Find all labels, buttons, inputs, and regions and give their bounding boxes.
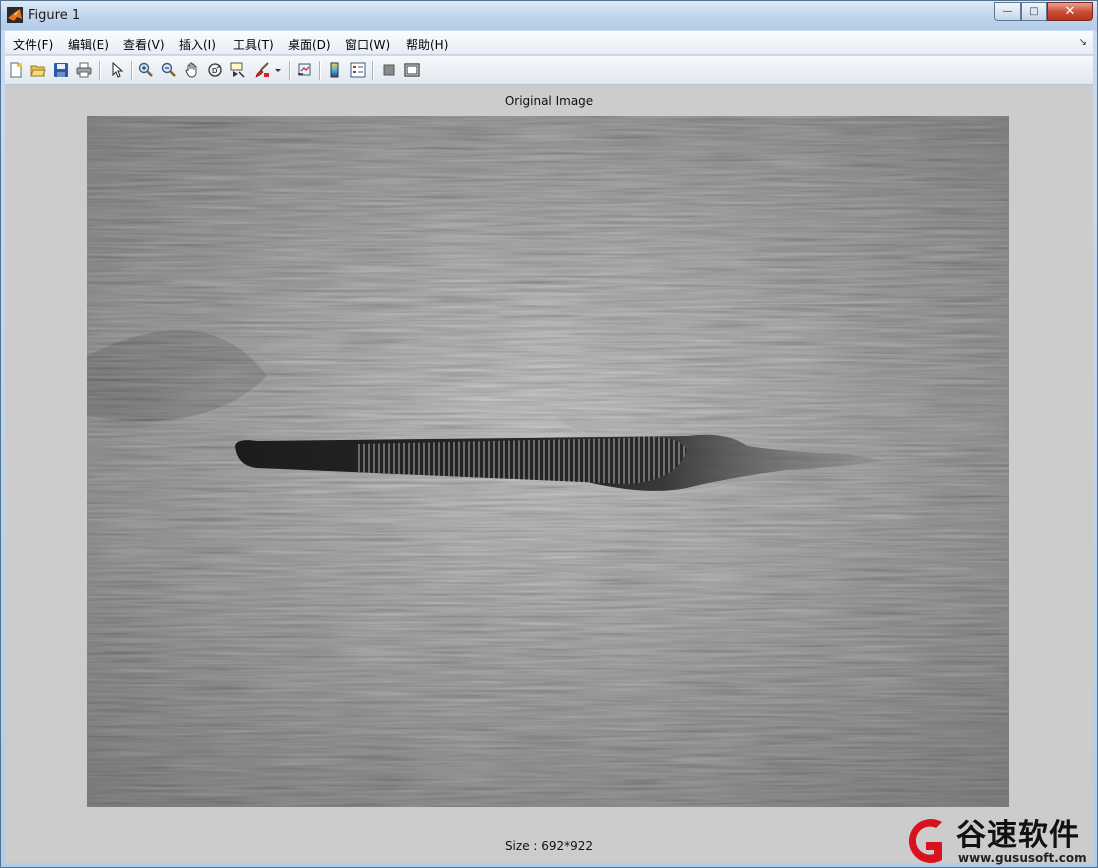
figure-canvas[interactable]: Original Image Size: 692*922 (5, 85, 1093, 863)
pan-hand-icon[interactable] (183, 61, 201, 79)
toolbar-separator (99, 61, 101, 80)
legend-icon[interactable] (349, 61, 367, 79)
maximize-button[interactable]: □ (1021, 2, 1047, 21)
watermark-brand: 谷速软件 (956, 818, 1080, 853)
menu-tools[interactable]: 工具(T) (233, 36, 274, 53)
dock-arrow-icon[interactable]: ↘ (1079, 37, 1087, 48)
matlab-logo-icon (7, 7, 23, 23)
gususoft-logo-icon (908, 819, 942, 863)
show-plot-tools-icon[interactable] (403, 61, 421, 79)
toolbar-separator (319, 61, 321, 80)
brush-icon[interactable] (253, 61, 271, 79)
menu-view[interactable]: 查看(V) (123, 36, 165, 53)
window-title: Figure 1 (28, 8, 81, 23)
axes-title: Original Image (504, 94, 594, 108)
edit-plot-arrow-icon[interactable] (108, 61, 126, 79)
menu-desktop[interactable]: 桌面(D) (288, 36, 331, 53)
open-file-icon[interactable] (29, 61, 47, 79)
toolbar-separator (372, 61, 374, 80)
fabric-texture (87, 116, 1009, 807)
zoom-out-icon[interactable] (160, 61, 178, 79)
hide-plot-tools-icon[interactable] (380, 61, 398, 79)
menu-insert[interactable]: 插入(I) (179, 36, 216, 53)
figure-window: Figure 1 — □ ✕ 文件(F) 编辑(E) 查看(V) 插入(I) 工… (0, 0, 1098, 868)
save-icon[interactable] (52, 61, 70, 79)
colorbar-icon[interactable] (326, 61, 344, 79)
fabric-image[interactable] (87, 116, 1009, 807)
svg-text:D: D (212, 67, 217, 75)
new-figure-icon[interactable] (7, 61, 25, 79)
toolbar-separator (131, 61, 133, 80)
menu-window[interactable]: 窗口(W) (345, 36, 390, 53)
watermark: 谷速软件 www.gususoft.com (898, 812, 1098, 868)
figure-toolbar: D (5, 56, 1093, 85)
menu-edit[interactable]: 编辑(E) (68, 36, 109, 53)
data-cursor-icon[interactable] (229, 61, 247, 79)
link-plot-icon[interactable] (296, 61, 314, 79)
print-icon[interactable] (75, 61, 93, 79)
menu-bar: 文件(F) 编辑(E) 查看(V) 插入(I) 工具(T) 桌面(D) 窗口(W… (5, 31, 1093, 55)
menu-file[interactable]: 文件(F) (13, 36, 53, 53)
minimize-button[interactable]: — (994, 2, 1021, 21)
title-bar[interactable]: Figure 1 — □ ✕ (1, 1, 1097, 30)
menu-help[interactable]: 帮助(H) (406, 36, 448, 53)
toolbar-separator (289, 61, 291, 80)
watermark-url: www.gususoft.com (958, 851, 1087, 865)
brush-dropdown-icon[interactable] (273, 61, 283, 79)
close-button[interactable]: ✕ (1047, 2, 1093, 21)
rotate-3d-icon[interactable]: D (206, 61, 224, 79)
zoom-in-icon[interactable] (137, 61, 155, 79)
